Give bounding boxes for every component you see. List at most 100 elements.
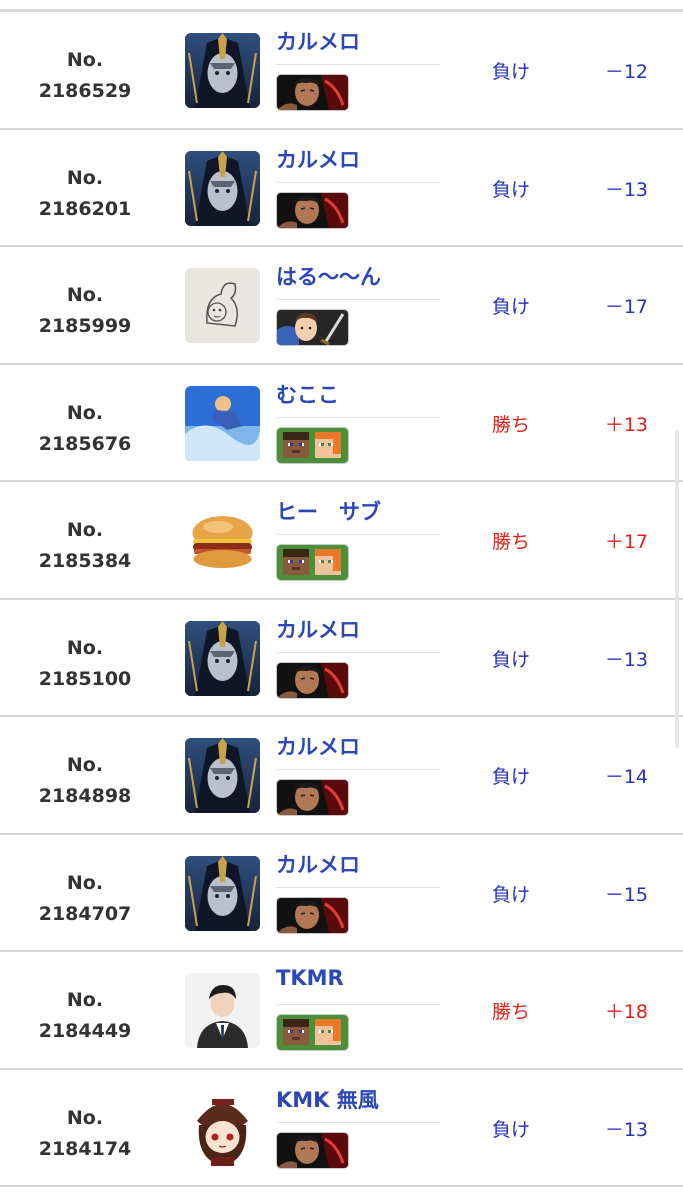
match-row[interactable]: No. 2185384 ヒー サブ 勝ち ＋17	[0, 482, 683, 600]
kazuya-fighter-icon	[276, 896, 349, 934]
name-divider	[276, 769, 440, 770]
match-history-list: No. 2186529 カルメロ 負け －12 No. 2186201 カルメロ…	[0, 12, 683, 1187]
match-number-label: No.	[66, 284, 104, 306]
kazuya-fighter-icon	[276, 661, 349, 699]
match-number-value: 2184707	[38, 902, 132, 925]
match-number: No. 2184174	[20, 1103, 150, 1165]
match-row[interactable]: No. 2185999 はる～～ん 負け －17	[0, 247, 683, 365]
match-row[interactable]: No. 2186201 カルメロ 負け －13	[0, 130, 683, 247]
scrollbar[interactable]	[675, 430, 679, 748]
player-name-link[interactable]: カルメロ	[276, 614, 360, 644]
match-number: No. 2184707	[20, 868, 150, 930]
match-row[interactable]: No. 2186529 カルメロ 負け －12	[0, 12, 683, 130]
match-result: 負け	[492, 61, 531, 83]
match-result: 勝ち	[492, 1001, 531, 1023]
match-number-label: No.	[66, 1106, 104, 1129]
kazuya-fighter-icon	[276, 74, 349, 111]
match-number-label: No.	[66, 754, 104, 776]
match-number-value: 2185384	[38, 550, 132, 572]
match-number-label: No.	[66, 989, 104, 1011]
name-divider	[276, 416, 440, 418]
match-result: 負け	[492, 883, 531, 906]
match-row[interactable]: No. 2184449 TKMR 勝ち ＋18	[0, 952, 683, 1070]
rating-change: －13	[604, 648, 648, 671]
match-number-label: No.	[66, 636, 104, 659]
player-name-link[interactable]: ヒー サブ	[276, 496, 381, 526]
player-name-link[interactable]: カルメロ	[276, 849, 360, 879]
player-name-link[interactable]: はる～～ん	[276, 261, 381, 291]
rating-change: ＋17	[604, 531, 648, 553]
player-name-link[interactable]: むここ	[276, 379, 339, 409]
match-number-value: 2185676	[38, 432, 132, 455]
match-number-label: No.	[66, 871, 104, 894]
mii-swordfighter-icon	[276, 309, 349, 346]
kazuya-fighter-icon	[276, 191, 349, 229]
match-number: No. 2185999	[20, 280, 150, 342]
rating-change: ＋18	[604, 1001, 648, 1023]
chibi-girl-avatar[interactable]	[185, 1090, 260, 1166]
match-result: 負け	[492, 648, 531, 671]
match-result: 負け	[492, 296, 531, 318]
match-number-value: 2185999	[38, 315, 132, 337]
name-divider	[276, 181, 440, 183]
player-name-link[interactable]: カルメロ	[276, 144, 360, 174]
match-row[interactable]: No. 2184898 カルメロ 負け －14	[0, 717, 683, 835]
dark-haired-warrior-avatar[interactable]	[185, 150, 260, 226]
match-number-value: 2184449	[38, 1020, 132, 1042]
burger-avatar[interactable]	[185, 503, 260, 578]
match-number-value: 2186201	[38, 197, 132, 220]
match-result: 負け	[492, 178, 531, 201]
match-number-value: 2184174	[38, 1137, 132, 1160]
match-result: 勝ち	[492, 413, 531, 436]
steve-alex-icon	[276, 544, 349, 581]
steve-alex-icon	[276, 426, 349, 464]
match-number: No. 2185384	[20, 515, 150, 577]
name-divider	[276, 534, 440, 535]
match-number-label: No.	[66, 166, 104, 189]
name-divider	[276, 651, 440, 653]
match-row[interactable]: No. 2184707 カルメロ 負け －15	[0, 835, 683, 952]
match-number: No. 2184449	[20, 985, 150, 1047]
match-number-value: 2185100	[38, 667, 132, 690]
match-number-label: No.	[66, 49, 104, 71]
match-number-value: 2184898	[38, 785, 132, 807]
name-divider	[276, 886, 440, 888]
match-number: No. 2186529	[20, 45, 150, 107]
rating-change: －12	[604, 61, 648, 83]
kazuya-fighter-icon	[276, 1131, 349, 1169]
rating-change: －13	[604, 178, 648, 201]
match-row[interactable]: No. 2184174 KMK 無風 負け －13	[0, 1070, 683, 1187]
match-number-label: No.	[66, 519, 104, 541]
name-divider	[276, 1121, 440, 1123]
match-number-label: No.	[66, 401, 104, 424]
steve-alex-icon	[276, 1014, 349, 1051]
rating-change: －13	[604, 1118, 648, 1141]
match-row[interactable]: No. 2185676 むここ 勝ち ＋13	[0, 365, 683, 482]
name-divider	[276, 64, 440, 65]
kazuya-fighter-icon	[276, 779, 349, 816]
match-result: 勝ち	[492, 531, 531, 553]
sketch-doodle-avatar[interactable]	[185, 268, 260, 343]
player-name-link[interactable]: カルメロ	[276, 731, 360, 761]
name-divider	[276, 299, 440, 300]
rating-change: －17	[604, 296, 648, 318]
rating-change: －14	[604, 766, 648, 788]
player-name-link[interactable]: カルメロ	[276, 26, 360, 56]
rating-change: ＋13	[604, 413, 648, 436]
player-name-link[interactable]: KMK 無風	[276, 1084, 379, 1114]
dark-haired-warrior-avatar[interactable]	[185, 738, 260, 813]
match-result: 負け	[492, 1118, 531, 1141]
person-in-suit-avatar[interactable]	[185, 973, 260, 1048]
match-number: No. 2185676	[20, 398, 150, 460]
rating-change: －15	[604, 883, 648, 906]
match-number: No. 2186201	[20, 163, 150, 225]
dark-haired-warrior-avatar[interactable]	[185, 33, 260, 108]
match-result: 負け	[492, 766, 531, 788]
dark-haired-warrior-avatar[interactable]	[185, 620, 260, 696]
blue-action-scene-avatar[interactable]	[185, 385, 260, 461]
player-name-link[interactable]: TKMR	[276, 966, 344, 990]
dark-haired-warrior-avatar[interactable]	[185, 855, 260, 931]
match-row[interactable]: No. 2185100 カルメロ 負け －13	[0, 600, 683, 717]
name-divider	[276, 1004, 440, 1005]
match-number: No. 2185100	[20, 633, 150, 695]
